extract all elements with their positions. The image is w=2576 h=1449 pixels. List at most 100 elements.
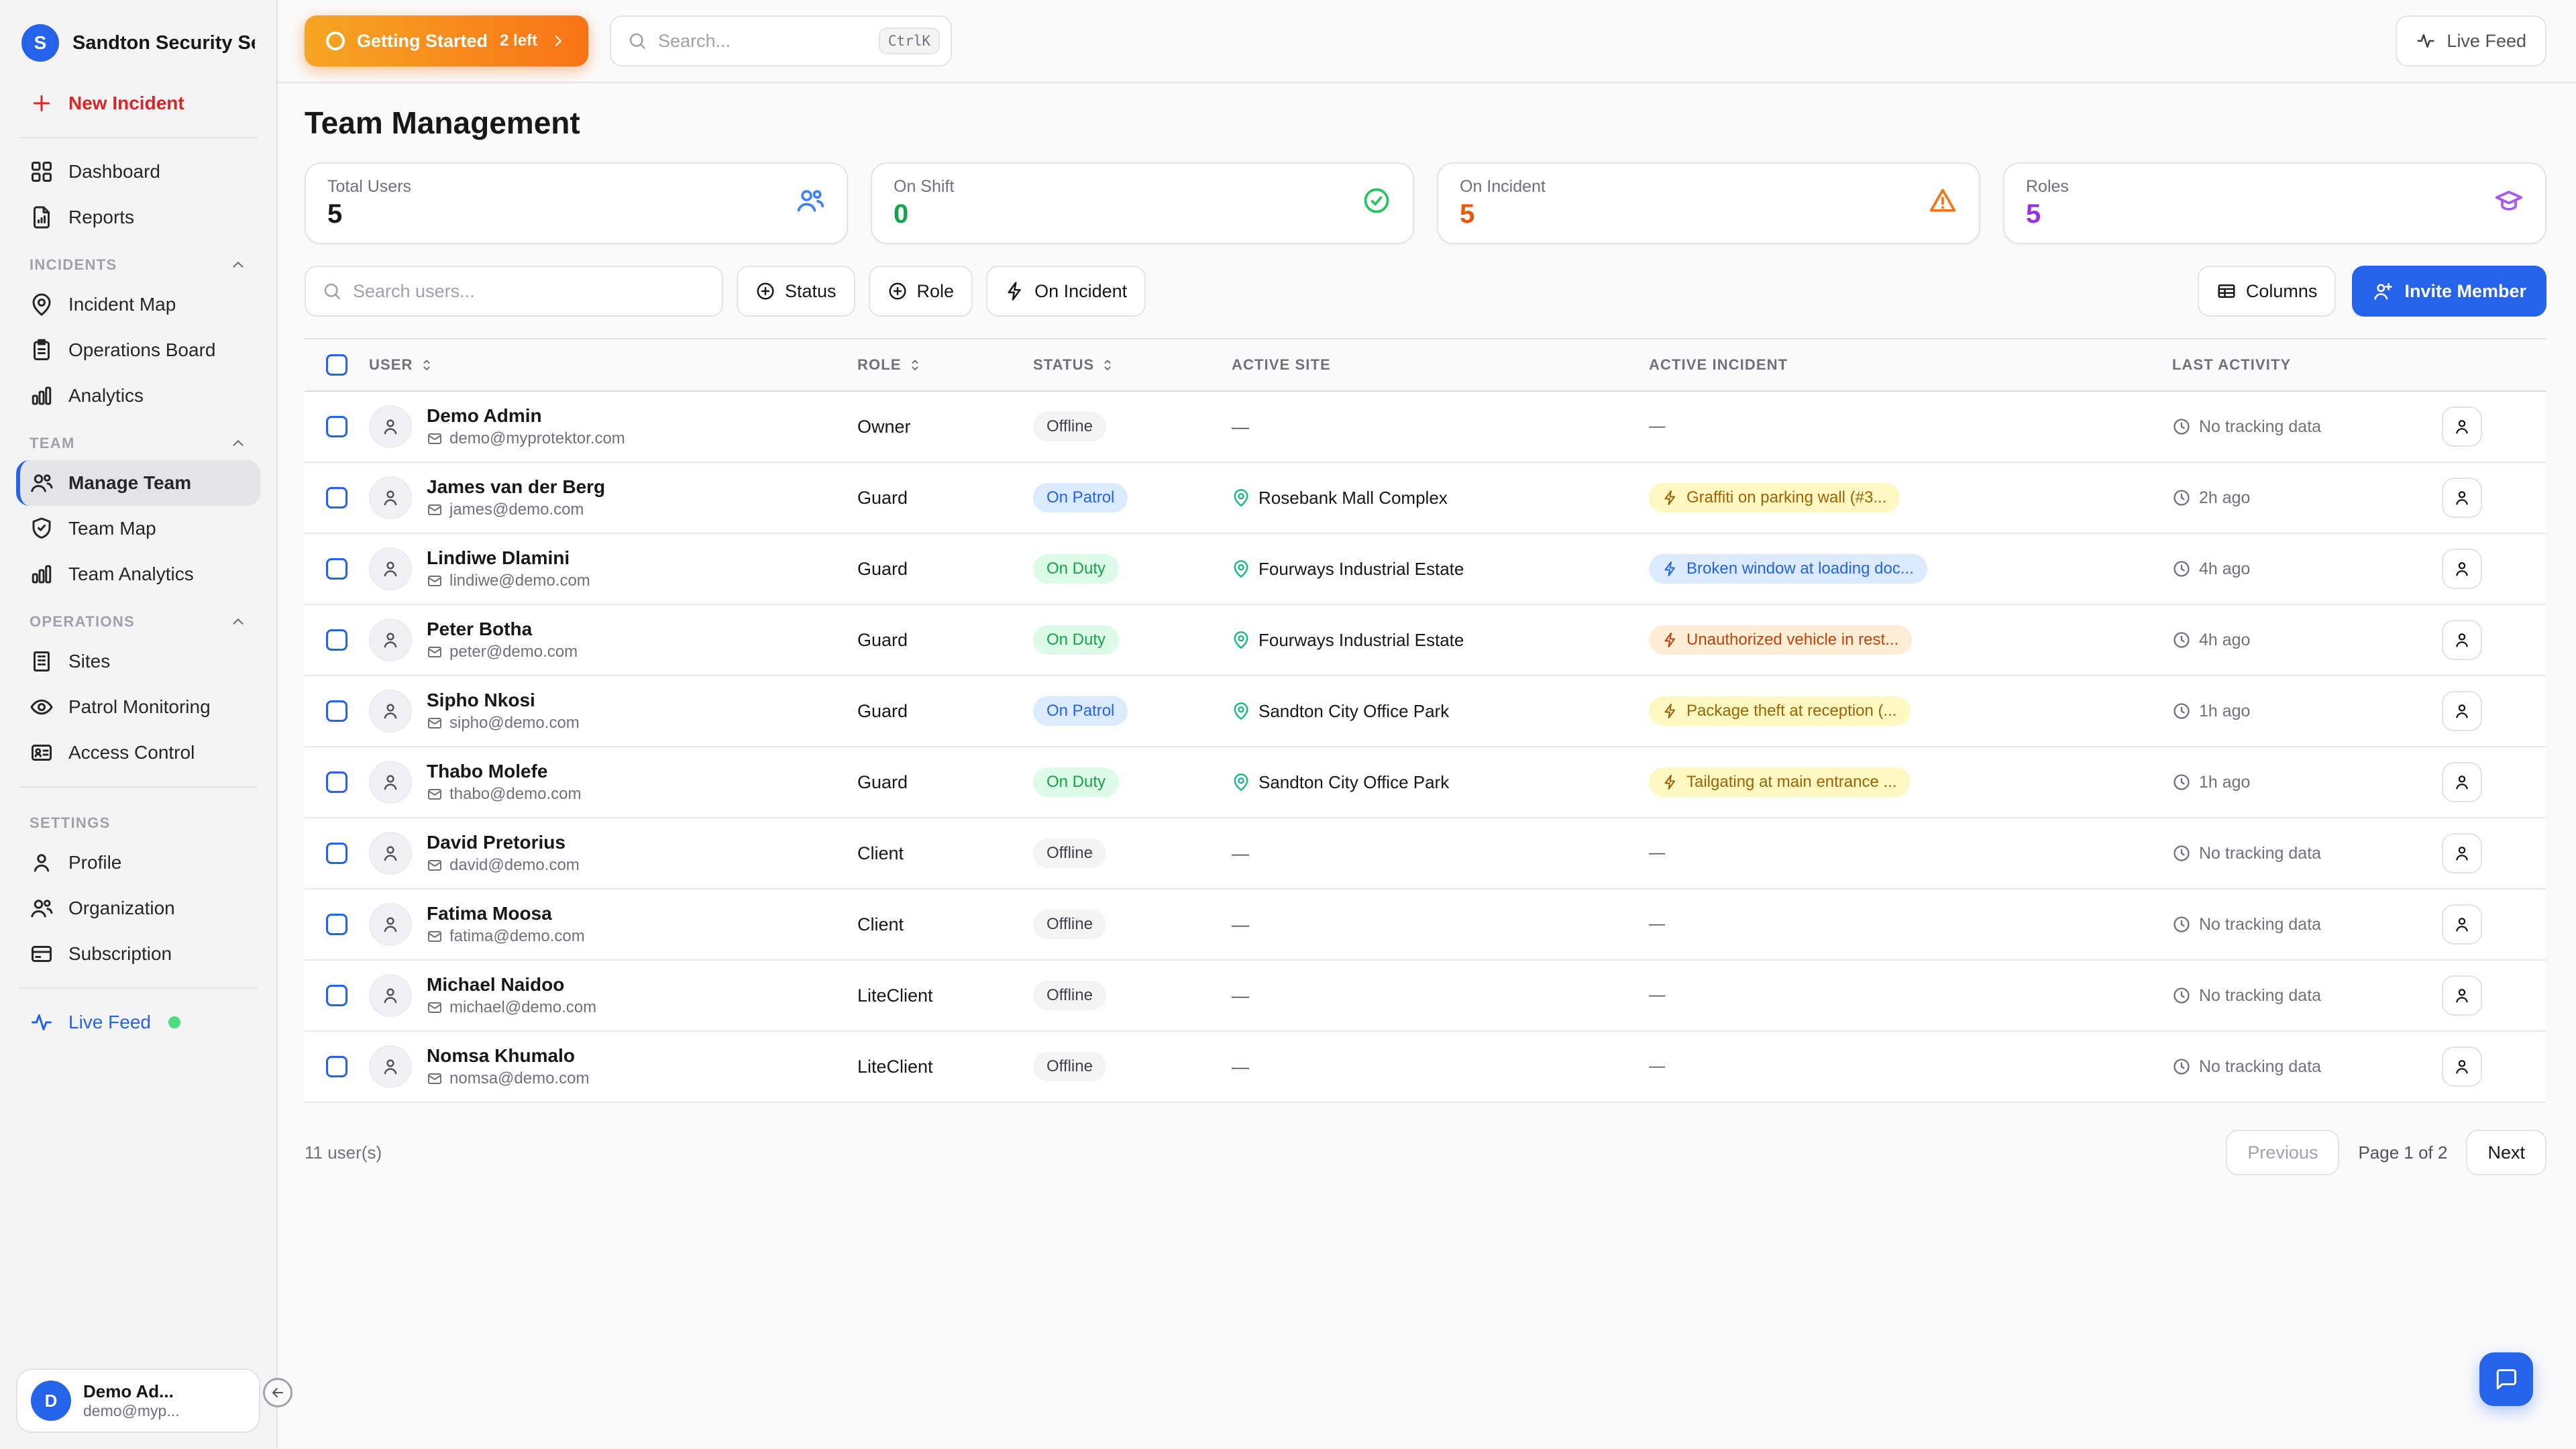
- pagination: Previous Page 1 of 2 Next: [2226, 1130, 2546, 1175]
- progress-ring-icon: [326, 32, 345, 50]
- users-table: USER ROLE STATUS ACTIVE SITE ACTIVE INCI…: [305, 338, 2546, 1103]
- incident-badge[interactable]: Unauthorized vehicle in rest...: [1649, 625, 1912, 655]
- row-checkbox[interactable]: [326, 700, 347, 722]
- global-search[interactable]: CtrlK: [610, 15, 952, 66]
- global-search-input[interactable]: [658, 31, 868, 52]
- sidebar-item-reports[interactable]: Reports: [16, 195, 260, 240]
- site-cell: Sandton City Office Park: [1232, 772, 1649, 793]
- sidebar-collapse-button[interactable]: [263, 1378, 292, 1407]
- getting-started-button[interactable]: Getting Started 2 left: [305, 15, 588, 66]
- user-action-button[interactable]: [2442, 407, 2482, 447]
- user-action-button[interactable]: [2442, 975, 2482, 1016]
- divider: [19, 786, 258, 788]
- incident-badge[interactable]: —: [1649, 412, 1678, 441]
- table-row[interactable]: Michael Naidoomichael@demo.com LiteClien…: [305, 961, 2546, 1032]
- user-action-button[interactable]: [2442, 691, 2482, 731]
- table-row[interactable]: Lindiwe Dlaminilindiwe@demo.com Guard On…: [305, 534, 2546, 605]
- chat-bubble-icon: [2494, 1367, 2518, 1391]
- new-incident-button[interactable]: New Incident: [16, 80, 260, 126]
- table-row[interactable]: David Pretoriusdavid@demo.com Client Off…: [305, 818, 2546, 890]
- avatar: [369, 974, 412, 1017]
- current-user-card[interactable]: D Demo Ad... demo@myp...: [16, 1368, 260, 1433]
- sidebar-item-access-control[interactable]: Access Control: [16, 730, 260, 775]
- row-checkbox[interactable]: [326, 487, 347, 508]
- sidebar-item-team-analytics[interactable]: Team Analytics: [16, 551, 260, 597]
- incident-badge[interactable]: Graffiti on parking wall (#3...: [1649, 483, 1900, 513]
- sidebar-item-organization[interactable]: Organization: [16, 885, 260, 931]
- status-badge: On Duty: [1033, 554, 1119, 584]
- user-action-button[interactable]: [2442, 620, 2482, 660]
- status-filter-button[interactable]: Status: [737, 266, 855, 317]
- org-avatar: S: [21, 24, 59, 62]
- user-name: Peter Botha: [427, 619, 578, 640]
- app-root: S Sandton Security Ser... New Incident D…: [0, 0, 2576, 1449]
- table-row[interactable]: Peter Bothapeter@demo.com Guard On Duty …: [305, 605, 2546, 676]
- table-row[interactable]: James van der Bergjames@demo.com Guard O…: [305, 463, 2546, 534]
- select-all-checkbox[interactable]: [326, 354, 347, 376]
- column-header-status[interactable]: STATUS: [1033, 356, 1232, 374]
- user-action-button[interactable]: [2442, 762, 2482, 802]
- on-incident-filter-button[interactable]: On Incident: [986, 266, 1146, 317]
- row-checkbox[interactable]: [326, 771, 347, 793]
- sidebar-item-team-map[interactable]: Team Map: [16, 506, 260, 551]
- user-action-button[interactable]: [2442, 1046, 2482, 1087]
- sidebar-item-incident-map[interactable]: Incident Map: [16, 282, 260, 327]
- user-icon: [2453, 915, 2471, 934]
- sidebar-item-analytics[interactable]: Analytics: [16, 373, 260, 419]
- chat-widget-button[interactable]: [2479, 1352, 2533, 1406]
- user-action-button[interactable]: [2442, 549, 2482, 589]
- row-checkbox[interactable]: [326, 629, 347, 651]
- user-icon: [2453, 631, 2471, 649]
- incident-badge[interactable]: Broken window at loading doc...: [1649, 554, 1927, 584]
- table-row[interactable]: Nomsa Khumalonomsa@demo.com LiteClient O…: [305, 1032, 2546, 1103]
- avatar: [369, 761, 412, 804]
- divider: [19, 987, 258, 989]
- column-header-user[interactable]: USER: [369, 356, 857, 374]
- next-page-button[interactable]: Next: [2466, 1130, 2546, 1175]
- user-icon: [2453, 773, 2471, 792]
- sidebar-item-sites[interactable]: Sites: [16, 639, 260, 684]
- stat-cards: Total Users 5 On Shift 0 On Incident 5 R…: [305, 162, 2546, 244]
- user-action-button[interactable]: [2442, 833, 2482, 873]
- user-action-button[interactable]: [2442, 478, 2482, 518]
- user-action-button[interactable]: [2442, 904, 2482, 945]
- user-icon: [380, 843, 400, 863]
- incident-badge[interactable]: Tailgating at main entrance ...: [1649, 767, 1911, 797]
- previous-page-button[interactable]: Previous: [2226, 1130, 2339, 1175]
- site-cell: —: [1232, 985, 1649, 1006]
- row-checkbox[interactable]: [326, 843, 347, 864]
- sidebar-item-subscription[interactable]: Subscription: [16, 931, 260, 977]
- user-search[interactable]: [305, 266, 723, 317]
- columns-button[interactable]: Columns: [2198, 266, 2337, 317]
- row-checkbox[interactable]: [326, 416, 347, 437]
- sidebar-item-profile[interactable]: Profile: [16, 840, 260, 885]
- table-row[interactable]: Demo Admindemo@myprotektor.com Owner Off…: [305, 392, 2546, 463]
- user-search-input[interactable]: [353, 281, 706, 302]
- section-header-operations[interactable]: OPERATIONS: [16, 597, 260, 639]
- section-header-incidents[interactable]: INCIDENTS: [16, 240, 260, 282]
- sidebar-item-manage-team[interactable]: Manage Team: [16, 460, 260, 506]
- invite-member-button[interactable]: Invite Member: [2352, 266, 2546, 317]
- role-cell: Guard: [857, 559, 1033, 580]
- sidebar-item-live-feed[interactable]: Live Feed: [16, 1000, 260, 1045]
- org-switcher[interactable]: S Sandton Security Ser...: [16, 19, 260, 80]
- row-checkbox[interactable]: [326, 1056, 347, 1077]
- row-checkbox[interactable]: [326, 914, 347, 935]
- columns-icon: [2216, 281, 2237, 301]
- row-checkbox[interactable]: [326, 558, 347, 580]
- last-activity-cell: 4h ago: [2172, 631, 2442, 650]
- table-row[interactable]: Thabo Molefethabo@demo.com Guard On Duty…: [305, 747, 2546, 818]
- sidebar-item-patrol-monitoring[interactable]: Patrol Monitoring: [16, 684, 260, 730]
- role-filter-button[interactable]: Role: [869, 266, 973, 317]
- user-icon: [30, 851, 54, 875]
- table-row[interactable]: Fatima Moosafatima@demo.com Client Offli…: [305, 890, 2546, 961]
- column-header-role[interactable]: ROLE: [857, 356, 1033, 374]
- section-header-team[interactable]: TEAM: [16, 419, 260, 460]
- sidebar-item-operations-board[interactable]: Operations Board: [16, 327, 260, 373]
- incident-badge[interactable]: Package theft at reception (...: [1649, 696, 1911, 726]
- last-activity-cell: No tracking data: [2172, 915, 2442, 934]
- live-feed-button[interactable]: Live Feed: [2396, 15, 2546, 66]
- row-checkbox[interactable]: [326, 985, 347, 1006]
- sidebar-item-dashboard[interactable]: Dashboard: [16, 149, 260, 195]
- table-row[interactable]: Sipho Nkosisipho@demo.com Guard On Patro…: [305, 676, 2546, 747]
